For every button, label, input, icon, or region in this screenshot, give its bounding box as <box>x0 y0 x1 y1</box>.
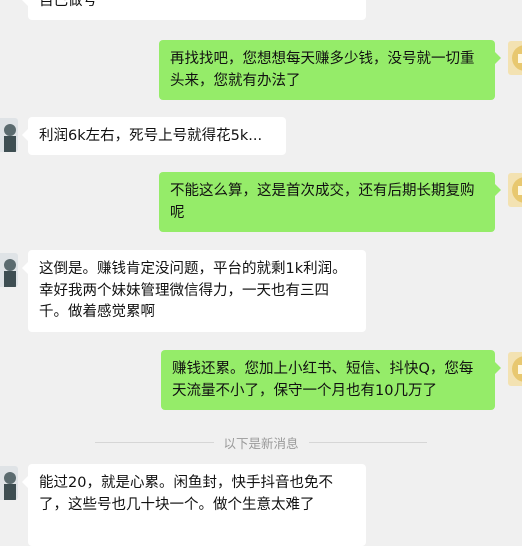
contact-avatar-icon[interactable] <box>0 253 18 287</box>
message-bubble-received[interactable]: 自己做号 <box>22 0 366 20</box>
message-bubble-received[interactable]: 能过20，就是心累。闲鱼封，快手抖音也免不了，这些号也几十块一个。做个生意太难了 <box>22 464 366 546</box>
message-bubble-received[interactable]: 利润6k左右，死号上号就得花5k... <box>22 117 286 155</box>
message-bubble-sent[interactable]: 赚钱还累。您加上小红书、短信、抖快Q，您每天流量不小了，保守一个月也有10几万了 <box>161 350 501 410</box>
divider-line <box>308 441 428 443</box>
message-text: 利润6k左右，死号上号就得花5k... <box>39 128 263 144</box>
message-bubble-sent[interactable]: 不能这么算，这是首次成交，还有后期长期复购呢 <box>159 172 501 232</box>
contact-avatar-icon[interactable] <box>0 118 18 152</box>
self-avatar-icon[interactable] <box>508 41 522 75</box>
message-text: 再找找吧，您想想每天赚多少钱，没号就一切重头来，您就有办法了 <box>170 51 475 89</box>
message-text: 自己做号 <box>39 0 97 9</box>
new-messages-divider: 以下是新消息 <box>95 432 428 452</box>
message-bubble-received[interactable]: 这倒是。赚钱肯定没问题，平台的就剩1k利润。幸好我两个妹妹管理微信得力，一天也有… <box>22 250 366 332</box>
message-text: 这倒是。赚钱肯定没问题，平台的就剩1k利润。幸好我两个妹妹管理微信得力，一天也有… <box>39 261 347 320</box>
message-bubble-sent[interactable]: 再找找吧，您想想每天赚多少钱，没号就一切重头来，您就有办法了 <box>159 40 501 100</box>
self-avatar-icon[interactable] <box>508 173 522 207</box>
divider-line <box>95 441 214 443</box>
message-text: 赚钱还累。您加上小红书、短信、抖快Q，您每天流量不小了，保守一个月也有10几万了 <box>172 361 474 399</box>
message-text: 不能这么算，这是首次成交，还有后期长期复购呢 <box>170 183 475 221</box>
contact-avatar-icon[interactable] <box>0 466 18 500</box>
divider-label: 以下是新消息 <box>223 435 299 451</box>
self-avatar-icon[interactable] <box>508 352 522 386</box>
message-text: 能过20，就是心累。闲鱼封，快手抖音也免不了，这些号也几十块一个。做个生意太难了 <box>39 475 333 513</box>
